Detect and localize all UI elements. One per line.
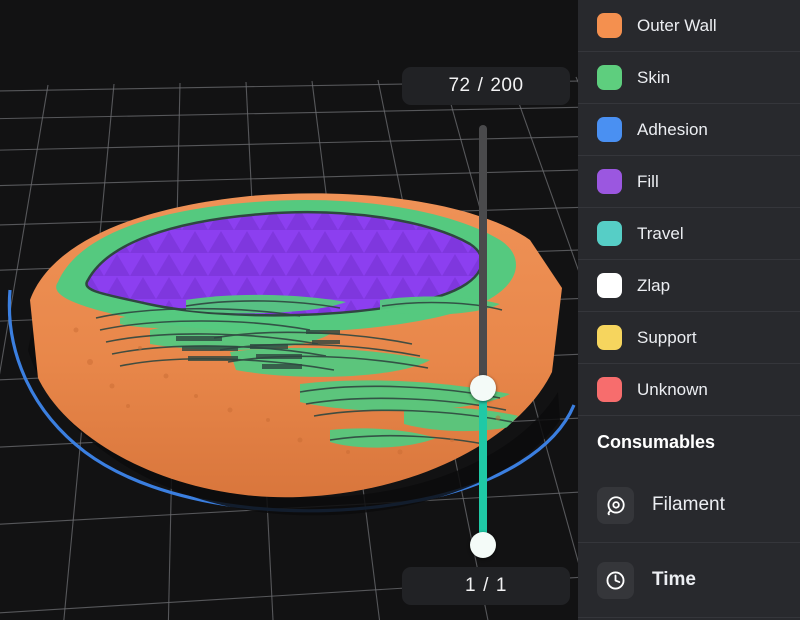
color-swatch-fill xyxy=(597,169,622,194)
legend-panel: Outer Wall Skin Adhesion Fill Travel Zla… xyxy=(578,0,800,620)
consumables-heading: Consumables xyxy=(597,431,716,452)
object-current: 1 xyxy=(465,575,477,596)
object-separator: / xyxy=(483,575,489,596)
color-swatch-support xyxy=(597,325,622,350)
legend-item-outer-wall[interactable]: Outer Wall xyxy=(578,0,800,52)
layer-separator: / xyxy=(477,75,484,96)
legend-item-adhesion[interactable]: Adhesion xyxy=(578,104,800,156)
layer-current: 72 xyxy=(448,75,471,96)
layer-counter[interactable]: 72 / 200 xyxy=(402,67,570,105)
color-swatch-outer-wall xyxy=(597,13,622,38)
filament-spool-icon xyxy=(597,486,634,524)
legend-label-fill: Fill xyxy=(637,171,659,191)
3d-preview-viewport[interactable]: 72 / 200 1 / 1 xyxy=(0,0,578,620)
color-swatch-skin xyxy=(597,65,622,90)
consumable-label-time: Time xyxy=(652,569,697,590)
clock-icon xyxy=(597,561,634,599)
legend-label-travel: Travel xyxy=(637,223,684,243)
color-swatch-zlap xyxy=(597,273,622,298)
layer-total: 200 xyxy=(490,75,524,96)
legend-label-skin: Skin xyxy=(637,67,671,87)
consumable-item-filament[interactable]: Filament xyxy=(578,468,800,543)
slicer-preview-window: 72 / 200 1 / 1 Outer Wall Skin Adhesion … xyxy=(0,0,800,620)
legend-item-travel[interactable]: Travel xyxy=(578,208,800,260)
legend-item-skin[interactable]: Skin xyxy=(578,52,800,104)
legend-item-support[interactable]: Support xyxy=(578,312,800,364)
object-total: 1 xyxy=(495,575,507,596)
consumable-label-filament: Filament xyxy=(652,494,725,515)
legend-item-zlap[interactable]: Zlap xyxy=(578,260,800,312)
legend-label-outer-wall: Outer Wall xyxy=(637,15,717,35)
legend-label-zlap: Zlap xyxy=(637,275,671,295)
legend-item-unknown[interactable]: Unknown xyxy=(578,364,800,416)
consumable-item-time[interactable]: Time xyxy=(578,543,800,618)
color-swatch-travel xyxy=(597,221,622,246)
legend-label-adhesion: Adhesion xyxy=(637,119,708,139)
color-swatch-adhesion xyxy=(597,117,622,142)
object-counter[interactable]: 1 / 1 xyxy=(402,567,570,605)
legend-item-fill[interactable]: Fill xyxy=(578,156,800,208)
legend-label-support: Support xyxy=(637,327,697,347)
legend-label-unknown: Unknown xyxy=(637,379,708,399)
color-swatch-unknown xyxy=(597,377,622,402)
